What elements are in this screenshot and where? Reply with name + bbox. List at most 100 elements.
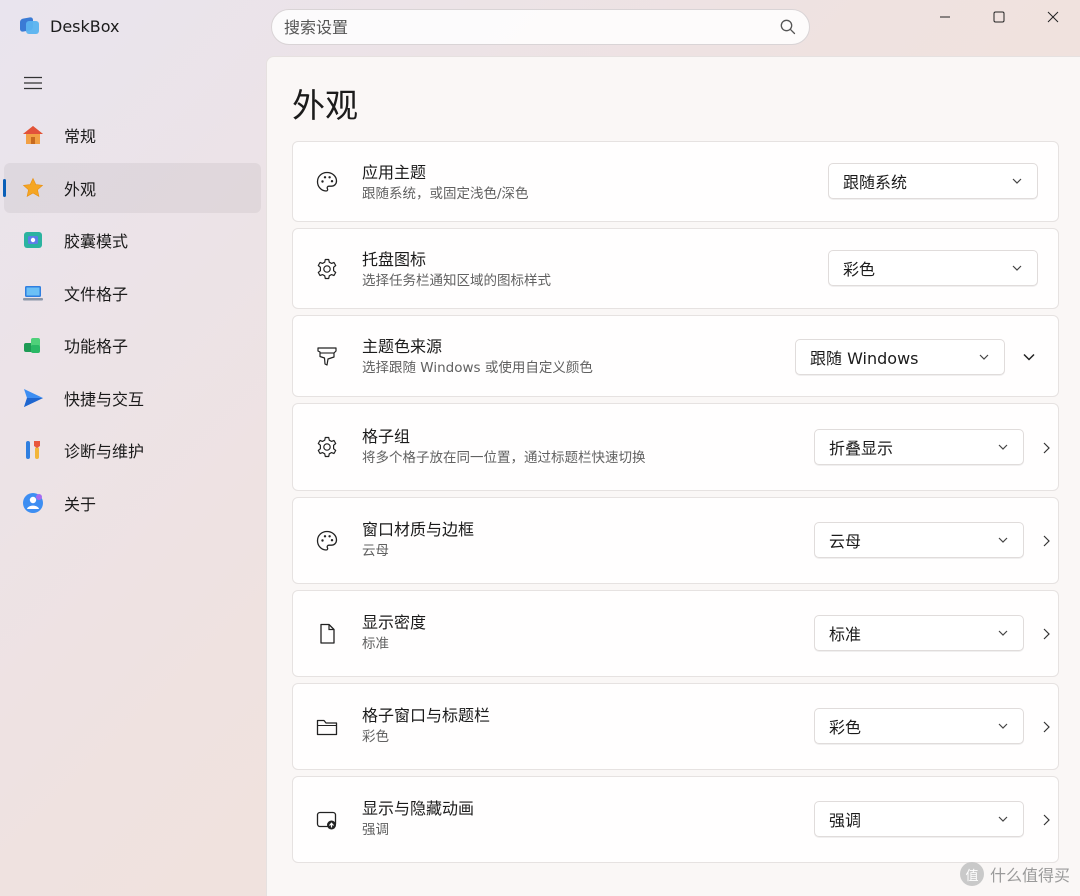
content-area: 外观 应用主题 跟随系统，或固定浅色/深色 跟随系统 托盘图标 选择任务栏通知区… (266, 56, 1080, 896)
search-box[interactable] (271, 9, 810, 45)
chevron-right-icon[interactable] (1039, 720, 1053, 734)
setting-subtitle: 选择任务栏通知区域的图标样式 (362, 273, 551, 289)
dropdown-value: 彩色 (829, 718, 862, 737)
setting-text: 窗口材质与边框 云母 (362, 520, 474, 561)
watermark-text: 什么值得买 (989, 866, 1070, 885)
watermark: 值 什么值得买 (959, 862, 1070, 886)
title-bar: DeskBox (0, 0, 1080, 56)
app-theme-dropdown[interactable]: 跟随系统 (828, 163, 1038, 199)
sidebar: 常规 外观 胶囊模式 文件格子 功能格子 快捷与交互 诊断与维护 关于 (0, 56, 266, 896)
gear-icon (313, 255, 341, 283)
setting-grid-window-titlebar[interactable]: 格子窗口与标题栏 彩色 彩色 (292, 683, 1059, 770)
blocks-icon (22, 334, 44, 356)
dropdown-value: 云母 (829, 532, 862, 551)
setting-subtitle: 彩色 (362, 729, 389, 745)
setting-window-material[interactable]: 窗口材质与边框 云母 云母 (292, 497, 1059, 584)
setting-tray-icon: 托盘图标 选择任务栏通知区域的图标样式 彩色 (292, 228, 1059, 309)
chevron-down-icon (998, 816, 1008, 822)
sidebar-item-general[interactable]: 常规 (4, 110, 261, 160)
setting-display-density[interactable]: 显示密度 标准 标准 (292, 590, 1059, 677)
setting-title: 显示密度 (362, 613, 427, 632)
setting-show-hide-animation[interactable]: 显示与隐藏动画 强调 强调 (292, 776, 1059, 863)
nav-list: 常规 外观 胶囊模式 文件格子 功能格子 快捷与交互 诊断与维护 关于 (3, 110, 261, 530)
brush-icon (313, 342, 341, 370)
setting-title: 格子窗口与标题栏 (362, 706, 491, 725)
palette-icon (313, 527, 341, 555)
expand-toggle-button[interactable] (1022, 350, 1036, 364)
grid-window-dropdown[interactable]: 彩色 (814, 708, 1024, 744)
setting-subtitle: 标准 (362, 636, 389, 652)
search-input[interactable] (284, 17, 779, 37)
chevron-right-icon[interactable] (1039, 627, 1053, 641)
maximize-button[interactable] (972, 0, 1026, 34)
page-title: 外观 (292, 86, 358, 125)
watermark-logo-icon: 值 (959, 862, 984, 886)
setting-text: 显示密度 标准 (362, 613, 426, 654)
app-title: DeskBox (50, 16, 120, 36)
send-icon (22, 387, 44, 409)
laptop-icon (22, 282, 44, 304)
sidebar-item-appearance[interactable]: 外观 (3, 162, 261, 213)
tools-icon (22, 439, 44, 461)
dropdown-value: 彩色 (843, 260, 876, 279)
setting-accent-source: 主题色来源 选择跟随 Windows 或使用自定义颜色 跟随 Windows (292, 315, 1059, 397)
setting-title: 托盘图标 (362, 250, 427, 269)
settings-list: 应用主题 跟随系统，或固定浅色/深色 跟随系统 托盘图标 选择任务栏通知区域的图… (292, 141, 1059, 869)
tray-icon-dropdown[interactable]: 彩色 (828, 250, 1038, 286)
setting-subtitle: 强调 (362, 822, 389, 838)
sidebar-item-label: 外观 (64, 179, 97, 199)
star-icon (22, 177, 44, 199)
sidebar-item-function-grid[interactable]: 功能格子 (4, 320, 261, 370)
chevron-down-icon (998, 537, 1008, 543)
sidebar-item-label: 诊断与维护 (64, 442, 145, 461)
maximize-icon (993, 11, 1005, 23)
about-icon (22, 492, 44, 514)
capsule-icon (22, 229, 44, 251)
dropdown-value: 跟随系统 (843, 173, 908, 192)
window-material-dropdown[interactable]: 云母 (814, 522, 1024, 558)
sidebar-item-capsule-mode[interactable]: 胶囊模式 (4, 215, 261, 265)
setting-text: 主题色来源 选择跟随 Windows 或使用自定义颜色 (362, 337, 593, 378)
search-icon[interactable] (779, 18, 797, 36)
sidebar-item-diagnostics[interactable]: 诊断与维护 (4, 425, 261, 475)
close-icon (1047, 11, 1059, 23)
window-controls (918, 0, 1080, 34)
chevron-right-icon[interactable] (1039, 813, 1053, 827)
gear-icon (313, 433, 341, 461)
sidebar-item-file-grid[interactable]: 文件格子 (4, 268, 261, 318)
setting-subtitle: 将多个格子放在同一位置，通过标题栏快速切换 (362, 450, 646, 466)
minimize-icon (940, 16, 950, 18)
chevron-down-icon (979, 354, 989, 360)
display-density-dropdown[interactable]: 标准 (814, 615, 1024, 651)
accent-source-dropdown[interactable]: 跟随 Windows (795, 339, 1005, 375)
sidebar-item-shortcuts[interactable]: 快捷与交互 (4, 373, 261, 423)
setting-title: 显示与隐藏动画 (362, 799, 475, 818)
chevron-right-icon[interactable] (1039, 534, 1053, 548)
setting-title: 主题色来源 (362, 337, 443, 356)
hamburger-icon (24, 76, 42, 90)
setting-text: 托盘图标 选择任务栏通知区域的图标样式 (362, 250, 551, 291)
setting-title: 窗口材质与边框 (362, 520, 475, 539)
setting-title: 格子组 (362, 427, 411, 446)
animation-dropdown[interactable]: 强调 (814, 801, 1024, 837)
minimize-button[interactable] (918, 0, 972, 34)
sidebar-item-label: 关于 (64, 494, 97, 514)
chevron-down-icon (1023, 353, 1035, 361)
chevron-down-icon (998, 444, 1008, 450)
document-icon (313, 620, 341, 648)
grid-group-dropdown[interactable]: 折叠显示 (814, 429, 1024, 465)
setting-grid-group[interactable]: 格子组 将多个格子放在同一位置，通过标题栏快速切换 折叠显示 (292, 403, 1059, 491)
sidebar-item-label: 胶囊模式 (64, 232, 129, 251)
close-button[interactable] (1026, 0, 1080, 34)
chevron-down-icon (998, 630, 1008, 636)
chevron-down-icon (998, 723, 1008, 729)
dropdown-value: 跟随 Windows (810, 349, 919, 368)
sidebar-item-about[interactable]: 关于 (4, 478, 261, 528)
folder-icon (313, 713, 341, 741)
setting-text: 显示与隐藏动画 强调 (362, 799, 474, 840)
chevron-right-icon[interactable] (1039, 441, 1053, 455)
home-icon (22, 124, 44, 146)
setting-text: 应用主题 跟随系统，或固定浅色/深色 (362, 163, 529, 204)
setting-subtitle: 选择跟随 Windows 或使用自定义颜色 (362, 360, 593, 376)
menu-toggle-button[interactable] (20, 72, 46, 94)
